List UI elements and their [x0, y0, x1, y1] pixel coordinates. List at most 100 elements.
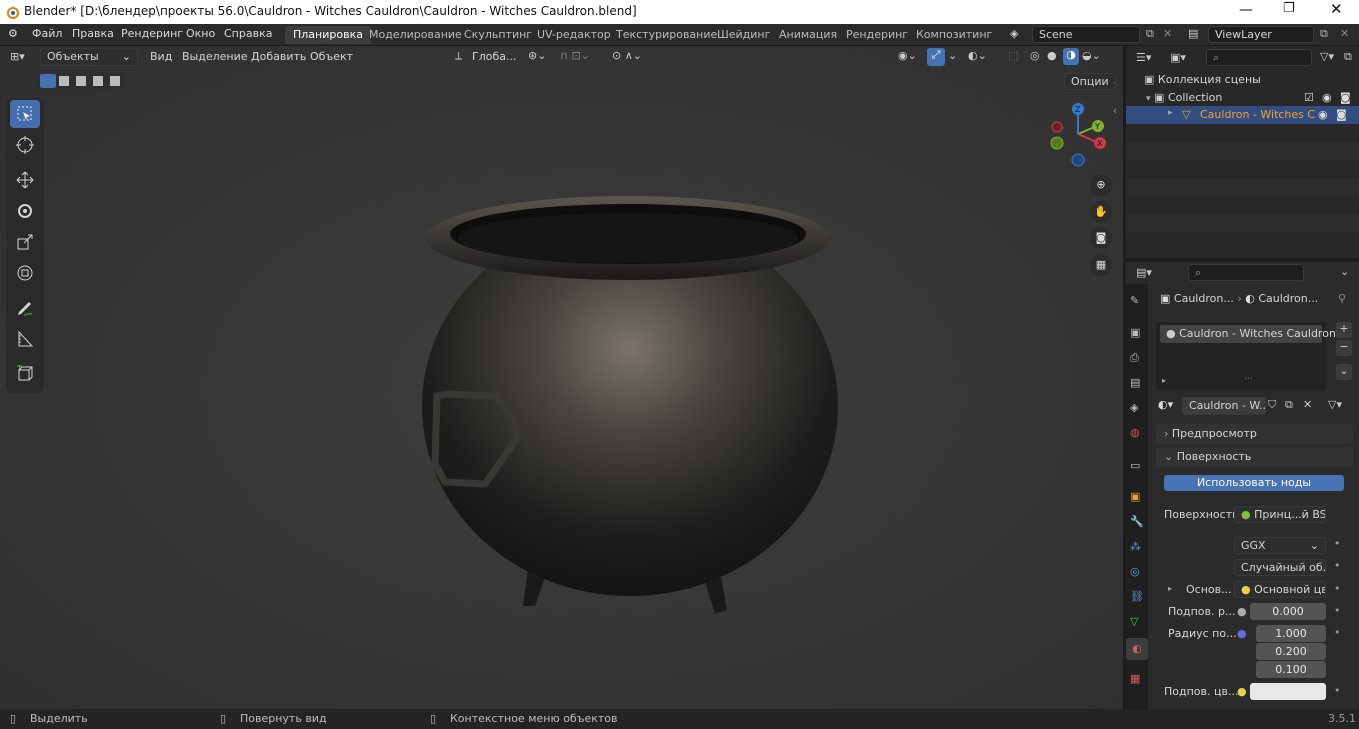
display-mode-icon[interactable]: ▣▾: [1170, 51, 1186, 64]
pin-icon[interactable]: ⚲: [1338, 292, 1346, 305]
gizmo-dropdown-icon[interactable]: ⌄: [948, 49, 957, 62]
tab-shading[interactable]: Шейдинг: [709, 26, 778, 44]
keyframe-dot-icon[interactable]: •: [1334, 537, 1341, 550]
object-render-camera-icon[interactable]: ◙: [1336, 108, 1347, 121]
slot-list-expand-icon[interactable]: ▸: [1162, 376, 1166, 385]
use-nodes-button[interactable]: Использовать ноды: [1164, 475, 1344, 491]
transform-orientation[interactable]: Глоба...: [472, 50, 516, 63]
overlay-icon[interactable]: ◐⌄: [968, 49, 987, 62]
copy-scene-icon[interactable]: ⧉: [1146, 27, 1154, 41]
slot-specials-icon[interactable]: ⌄: [1336, 364, 1352, 380]
3d-viewport[interactable]: ⊞▾ Объекты ⌄ Вид Выделение Добавить Объек…: [0, 46, 1123, 709]
subsurface-color-socket-icon[interactable]: ●: [1237, 685, 1247, 698]
subsurface-method-dropdown[interactable]: Случайный об...: [1234, 559, 1326, 576]
tab-rendering[interactable]: Рендеринг: [838, 26, 916, 44]
options-dropdown[interactable]: Опции ⌄: [1064, 73, 1116, 90]
scene-icon[interactable]: ◈: [1010, 27, 1018, 40]
unlink-material-icon[interactable]: ✕: [1303, 398, 1312, 411]
keyframe-dot-icon[interactable]: •: [1334, 582, 1341, 595]
pivot-point-icon[interactable]: ⊛⌄: [528, 49, 546, 62]
collection-tab-icon[interactable]: ▭: [1130, 459, 1140, 472]
sidebar-toggle-icon[interactable]: ‹: [1113, 106, 1117, 117]
exclude-checkbox-icon[interactable]: ☑: [1304, 91, 1314, 104]
add-slot-icon[interactable]: +: [1336, 322, 1352, 338]
perspective-toggle-icon[interactable]: ▦: [1090, 254, 1112, 276]
menu-render[interactable]: Рендеринг: [121, 27, 183, 40]
properties-search[interactable]: ⌕: [1188, 264, 1304, 281]
modifier-tab-icon[interactable]: 🔧: [1130, 515, 1144, 528]
outliner-editor-type-icon[interactable]: ☰▾: [1136, 51, 1151, 64]
panel-surface-header[interactable]: ⌄ Поверхность: [1156, 447, 1353, 467]
select-new-icon[interactable]: [40, 74, 56, 88]
output-tab-icon[interactable]: ⎙: [1130, 351, 1139, 365]
measure-tool[interactable]: [10, 325, 40, 353]
object-tab-icon[interactable]: ▣: [1130, 490, 1140, 503]
xray-icon[interactable]: ⬚: [1008, 49, 1018, 62]
tool-tab-icon[interactable]: ✎: [1130, 294, 1139, 307]
editor-type-icon[interactable]: ⊞▾: [10, 50, 25, 63]
tab-uv-editing[interactable]: UV-редактор: [529, 26, 619, 44]
snap-icon[interactable]: ∩ ⊡⌄: [560, 49, 590, 62]
render-tab-icon[interactable]: ▣: [1130, 326, 1140, 339]
tab-compositing[interactable]: Композитинг: [908, 26, 1000, 44]
properties-editor[interactable]: ▤▾ ⌕ ⌄ ▣ Cauldron... › ◐ Cauldron... ⚲ ●…: [1126, 262, 1359, 709]
shading-material-icon[interactable]: ◑: [1063, 48, 1079, 65]
subsurface-socket-icon[interactable]: ●: [1237, 605, 1247, 618]
shading-rendered-icon[interactable]: ◒⌄: [1082, 49, 1101, 62]
visibility-eye-icon[interactable]: ◉: [1322, 91, 1332, 104]
world-tab-icon[interactable]: ◍: [1130, 426, 1140, 439]
properties-options-icon[interactable]: ⌄: [1340, 265, 1349, 278]
material-browse-icon[interactable]: ◐▾: [1158, 398, 1173, 411]
radius-x-field[interactable]: 1.000: [1256, 625, 1326, 642]
view-layer-tab-icon[interactable]: ▤: [1130, 376, 1140, 389]
outliner-collection-row[interactable]: ▾ ▣ Collection ☑ ◉ ◙: [1146, 91, 1359, 104]
outliner-search[interactable]: ⌕: [1206, 49, 1312, 66]
slot-list-resize-icon[interactable]: ⋯: [1244, 374, 1253, 384]
tab-animation[interactable]: Анимация: [771, 26, 845, 44]
surface-shader-field[interactable]: ● Принц...й BSDF: [1234, 506, 1326, 523]
tab-modeling[interactable]: Моделирование: [361, 26, 470, 44]
material-slot-list[interactable]: ● Cauldron - Witches Cauldron ▸ ⋯: [1156, 322, 1336, 390]
filter-icon[interactable]: ▽▾: [1320, 50, 1334, 63]
subsurface-color-swatch[interactable]: [1250, 683, 1326, 700]
menu-file[interactable]: Файл: [32, 27, 62, 40]
expand-object-icon[interactable]: ▸: [1168, 108, 1173, 118]
outliner[interactable]: ☰▾ ▣▾ ⌕ ▽▾ ⧉ ▣ Коллекция сцены ▾ ▣ Colle…: [1126, 46, 1359, 258]
keyframe-dot-icon[interactable]: •: [1334, 559, 1341, 572]
expand-collection-icon[interactable]: ▾: [1146, 94, 1151, 104]
delete-view-layer-icon[interactable]: ✕: [1340, 27, 1349, 40]
keyframe-dot-icon[interactable]: •: [1334, 626, 1341, 639]
data-tab-icon[interactable]: ▽: [1130, 615, 1138, 628]
move-tool[interactable]: [10, 166, 40, 194]
radius-socket-icon[interactable]: ●: [1237, 627, 1247, 640]
scale-tool[interactable]: [10, 228, 40, 256]
visibility-icon[interactable]: ◉⌄: [898, 49, 917, 62]
keyframe-dot-icon[interactable]: •: [1334, 684, 1341, 697]
duplicate-material-icon[interactable]: ⧉: [1285, 398, 1293, 412]
fake-user-icon[interactable]: ⛉: [1268, 398, 1276, 412]
minimize-icon[interactable]: —: [1239, 2, 1253, 18]
radius-y-field[interactable]: 0.200: [1256, 643, 1326, 660]
new-collection-icon[interactable]: ⧉: [1344, 50, 1352, 64]
select-subtract-icon[interactable]: [76, 76, 86, 86]
scene-selector[interactable]: Scene: [1032, 26, 1140, 43]
tab-sculpting[interactable]: Скульптинг: [456, 26, 540, 44]
base-expand-icon[interactable]: ▸: [1168, 584, 1172, 593]
menu-window[interactable]: Окно: [186, 27, 215, 40]
render-camera-icon[interactable]: ◙: [1340, 91, 1351, 104]
cursor-tool[interactable]: [10, 131, 40, 159]
physics-tab-icon[interactable]: ◎: [1130, 565, 1140, 578]
pan-view-icon[interactable]: ✋: [1090, 201, 1112, 223]
camera-view-icon[interactable]: ◙: [1090, 227, 1112, 249]
particles-tab-icon[interactable]: ⁂: [1130, 540, 1141, 553]
distribution-dropdown[interactable]: GGX ⌄: [1234, 537, 1326, 554]
close-icon[interactable]: ✕: [1330, 0, 1343, 18]
panel-preview-header[interactable]: › Предпросмотр: [1156, 424, 1353, 444]
shading-solid-icon[interactable]: ●: [1047, 49, 1057, 62]
shading-wireframe-icon[interactable]: ◎: [1030, 49, 1040, 62]
rotate-tool[interactable]: [10, 197, 40, 225]
subsurface-field[interactable]: 0.000: [1250, 603, 1326, 620]
tab-texture-paint[interactable]: Текстурирование: [608, 26, 725, 44]
copy-view-layer-icon[interactable]: ⧉: [1320, 27, 1328, 41]
cauldron-model[interactable]: [415, 186, 855, 616]
